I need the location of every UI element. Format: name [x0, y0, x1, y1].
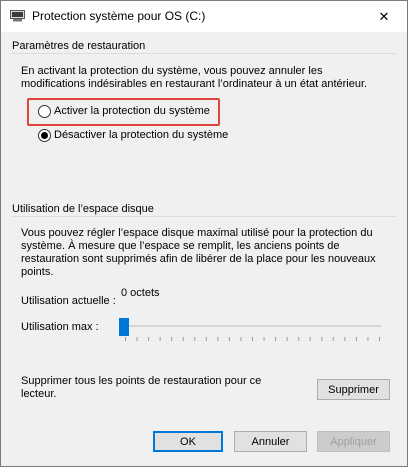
enable-protection-radio[interactable]: Activer la protection du système [38, 104, 210, 118]
restore-settings-title: Paramètres de restauration [12, 40, 148, 52]
radio-button-checked[interactable] [38, 128, 51, 142]
close-button[interactable]: ✕ [361, 1, 407, 32]
system-protection-dialog: Protection système pour OS (C:) ✕ Paramè… [0, 0, 408, 467]
delete-points-description: Supprimer tous les points de restauratio… [21, 375, 262, 400]
radio-button-unchecked[interactable] [38, 104, 51, 118]
disk-usage-divider [11, 216, 397, 217]
disk-usage-description: Vous pouvez régler l’espace disque maxim… [21, 227, 376, 278]
disable-protection-label: Désactiver la protection du système [54, 129, 229, 141]
restore-settings-description: En activant la protection du système, vo… [21, 65, 368, 90]
window-title: Protection système pour OS (C:) [32, 9, 206, 23]
max-usage-slider-track[interactable] [122, 325, 381, 327]
delete-button[interactable]: Supprimer [317, 379, 390, 400]
cancel-button[interactable]: Annuler [234, 431, 307, 452]
computer-icon [10, 10, 25, 22]
slider-ticks [125, 337, 380, 341]
close-icon: ✕ [378, 8, 390, 24]
apply-button[interactable]: Appliquer [317, 431, 390, 452]
current-usage-value: 0 octets [121, 287, 160, 299]
disk-usage-title: Utilisation de l’espace disque [12, 203, 156, 215]
title-bar: Protection système pour OS (C:) ✕ [1, 1, 407, 32]
ok-button[interactable]: OK [153, 431, 223, 452]
restore-settings-divider [11, 53, 397, 54]
max-usage-label: Utilisation max : [21, 321, 99, 333]
current-usage-label: Utilisation actuelle : [21, 295, 116, 307]
max-usage-slider-handle[interactable] [119, 318, 129, 336]
disable-protection-radio[interactable]: Désactiver la protection du système [38, 128, 228, 142]
enable-protection-label: Activer la protection du système [54, 105, 210, 117]
